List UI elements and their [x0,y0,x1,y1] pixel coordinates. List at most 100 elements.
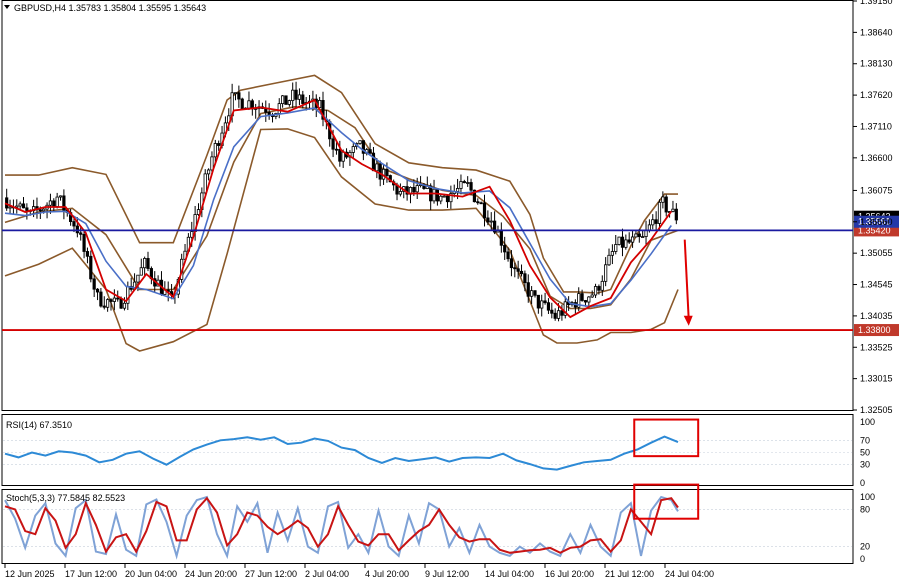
candle-body [482,202,487,219]
time-axis-label: 9 Jul 12:00 [425,569,469,579]
candle-body [604,264,608,282]
candle-body [546,302,551,311]
candle-body [671,208,675,212]
candle-body [432,188,436,202]
price-tick-label: 1.36075 [860,185,893,195]
support-price-tag-label: 1.33800 [858,325,891,335]
candle-body [476,201,480,204]
candle-body [583,300,588,303]
candle-body [146,258,150,269]
candle-body [139,267,143,276]
candle-body [398,191,402,195]
rsi-axis-label: 30 [860,460,870,470]
candle-body [375,163,379,172]
candle-body [415,185,419,193]
candle-body [651,219,655,226]
rsi-panel-title: RSI(14) 67.3510 [6,420,72,430]
candle-body [439,195,443,202]
candle-body [469,182,473,191]
candle-body [109,299,113,302]
candle-body [540,300,544,309]
rsi-axis-label: 70 [860,435,870,445]
price-tick-label: 1.37620 [860,90,893,100]
candle-body [630,236,635,243]
candle-body [247,100,251,109]
candle-body [503,244,507,253]
candle-body [610,251,614,256]
time-axis-label: 20 Jun 04:00 [125,569,177,579]
price-panel-title: GBPUSD,H4 1.35783 1.35804 1.35595 1.3564… [14,3,206,13]
candle-body [122,302,127,309]
candle-body [466,182,470,184]
candle-body [543,300,547,304]
candle-body [287,100,291,105]
candle-body [627,239,631,243]
price-tick-label: 1.32505 [860,405,893,415]
candle-body [237,92,241,100]
price-tick-label: 1.37110 [860,121,892,131]
candle-body [499,229,503,246]
candle-body [95,288,100,293]
chart-canvas: 1.354201.338001.356431.35561 1.391501.38… [0,0,900,583]
candle-body [58,195,63,198]
time-axis-label: 2 Jul 04:00 [305,569,349,579]
candle-body [301,94,305,104]
candle-body [378,163,382,180]
candle-body [459,181,463,189]
candle-body [509,258,514,269]
candle-body [553,312,557,319]
candle-body [8,206,12,209]
candle-body [516,268,520,272]
candle-body [294,89,298,100]
candle-body [233,92,238,95]
candle-body [523,273,527,284]
rsi-axis-label: 0 [860,478,865,488]
chart-window: 1.354201.338001.356431.35561 1.391501.38… [0,0,900,583]
candle-body [371,152,376,172]
candle-body [102,305,106,308]
candle-body [213,143,217,158]
time-axis-label: 24 Jul 04:00 [665,569,714,579]
stoch-axis-label: 80 [860,504,870,514]
candle-body [530,290,534,297]
candle-body [489,220,493,223]
time-axis-label: 27 Jun 12:00 [245,569,297,579]
candle-body [560,310,564,316]
candle-body [664,196,668,213]
time-axis-label: 16 Jul 20:00 [545,569,594,579]
candle-body [277,103,281,114]
price-tick-label: 1.33015 [860,374,893,384]
price-tick-label: 1.38130 [860,59,893,69]
candle-body [21,203,26,209]
price-tick-label: 1.36600 [860,153,893,163]
candle-body [240,98,244,110]
stoch-axis-label: 100 [860,492,875,502]
candle-body [203,173,207,194]
candle-body [519,270,524,275]
candle-body [593,286,598,296]
candle-body [385,168,389,176]
candle-body [368,149,372,154]
candle-body [297,94,302,100]
stoch-axis-label: 20 [860,542,870,552]
candle-body [331,138,335,150]
candle-body [291,89,295,101]
candle-body [358,140,362,144]
candle-body [99,291,103,307]
candle-body [18,203,22,207]
candle-body [75,225,79,234]
rsi-axis-label: 100 [860,417,875,427]
stoch-panel-title: Stoch(5,3,3) 77.5845 82.5523 [6,493,125,503]
candle-body [526,282,530,297]
candle-body [536,294,540,309]
candle-body [506,251,510,260]
price-tick-label: 1.39150 [860,0,893,6]
candle-body [661,196,665,203]
time-axis-label: 12 Jun 2025 [5,569,55,579]
price-tick-label: 1.35055 [860,248,893,258]
candle-body [62,195,66,211]
candle-body [267,111,271,116]
candle-body [116,297,120,300]
candle-body [600,280,604,291]
candle-body [143,258,147,269]
